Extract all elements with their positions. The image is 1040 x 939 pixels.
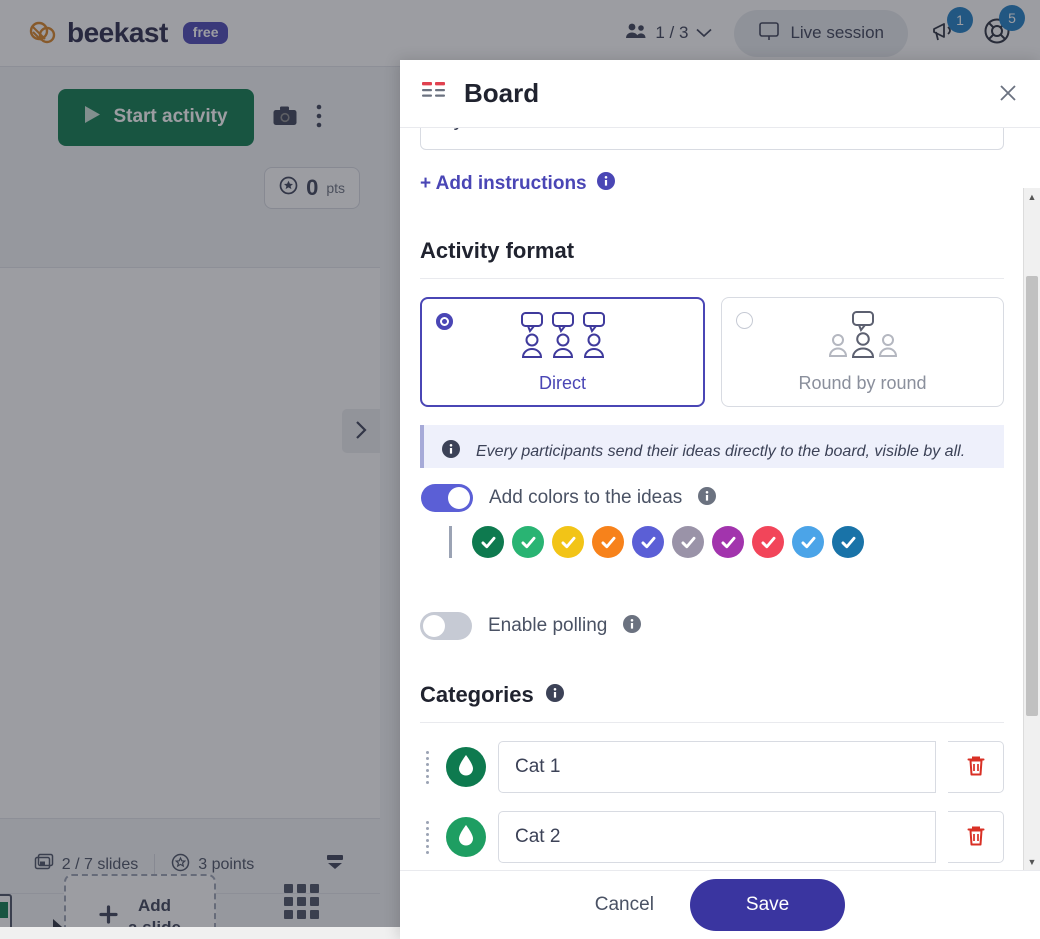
category-row <box>420 741 1004 793</box>
scroll-up-arrow[interactable]: ▲ <box>1024 188 1040 205</box>
people-round-icon <box>826 310 900 365</box>
horizontal-scrollbar[interactable] <box>0 927 400 939</box>
board-list-icon <box>422 81 448 106</box>
enable-polling-toggle[interactable] <box>420 612 472 640</box>
delete-category-button[interactable] <box>948 811 1004 863</box>
polling-toggle-row: Enable polling <box>420 612 1004 640</box>
color-swatch-list <box>449 526 998 558</box>
format-option-round-by-round[interactable]: Round by round <box>721 297 1004 407</box>
modal-vertical-scrollbar[interactable]: ▲ ▼ <box>1023 188 1040 870</box>
colors-toggle-row-highlight: Add colors to the ideas <box>421 484 998 512</box>
color-swatch-gray-purple[interactable] <box>672 526 704 558</box>
color-swatch-purple[interactable] <box>712 526 744 558</box>
category-input-wrapper[interactable] <box>498 811 936 863</box>
activity-format-heading: Activity format <box>420 238 575 263</box>
add-colors-toggle[interactable] <box>421 484 473 512</box>
close-button[interactable] <box>998 81 1018 107</box>
format-option-direct[interactable]: Direct <box>420 297 705 407</box>
color-swatch-indigo[interactable] <box>632 526 664 558</box>
modal-header: Board <box>400 60 1040 128</box>
category-name-input[interactable] <box>515 826 919 848</box>
delete-category-button[interactable] <box>948 741 1004 793</box>
info-icon[interactable] <box>623 614 642 638</box>
highlighted-colors-section: Add colors to the ideas <box>407 468 1012 580</box>
water-drop-icon <box>456 753 476 782</box>
drag-handle-icon[interactable] <box>420 820 434 854</box>
color-swatch-dark-blue[interactable] <box>832 526 864 558</box>
divider <box>420 722 1004 723</box>
category-color-picker[interactable] <box>446 747 486 787</box>
format-label-direct: Direct <box>538 373 586 393</box>
category-input-wrapper[interactable] <box>498 741 936 793</box>
add-colors-label: Add colors to the ideas <box>489 487 683 508</box>
three-people-speech-icon <box>515 310 611 365</box>
activity-format-options: Direct Round by round <box>420 297 1004 407</box>
color-swatch-green[interactable] <box>512 526 544 558</box>
category-name-input[interactable] <box>515 756 919 778</box>
modal-title: Board <box>464 78 540 108</box>
info-icon <box>442 440 460 463</box>
water-drop-icon <box>456 823 476 852</box>
info-icon[interactable] <box>698 486 717 510</box>
save-button[interactable]: Save <box>689 879 846 931</box>
radio-round-by-round[interactable] <box>736 312 753 329</box>
cancel-button[interactable]: Cancel <box>595 894 654 916</box>
char-counter: 8/300 <box>947 128 987 129</box>
color-swatch-orange[interactable] <box>592 526 624 558</box>
drag-handle-icon[interactable] <box>420 750 434 784</box>
trash-icon <box>966 825 986 850</box>
format-label-round-by-round: Round by round <box>798 373 927 393</box>
color-swatch-yellow[interactable] <box>552 526 584 558</box>
category-row <box>420 811 1004 863</box>
category-list <box>420 741 1004 863</box>
close-icon <box>998 79 1018 109</box>
color-swatch-red[interactable] <box>752 526 784 558</box>
board-title-field[interactable]: 8/300 <box>420 128 1004 150</box>
add-instructions-label: + Add instructions <box>420 173 587 194</box>
info-icon[interactable] <box>596 172 615 196</box>
category-color-picker[interactable] <box>446 817 486 857</box>
color-swatch-dark-green[interactable] <box>472 526 504 558</box>
categories-heading: Categories <box>420 682 534 707</box>
color-swatch-light-blue[interactable] <box>792 526 824 558</box>
board-title-input[interactable] <box>437 128 947 132</box>
divider <box>420 278 1004 279</box>
info-icon[interactable] <box>545 683 564 707</box>
add-instructions-button[interactable]: + Add instructions <box>420 172 615 196</box>
scroll-thumb[interactable] <box>1026 276 1038 716</box>
scroll-down-arrow[interactable]: ▼ <box>1024 853 1040 870</box>
radio-direct[interactable] <box>436 313 453 330</box>
enable-polling-label: Enable polling <box>488 615 608 636</box>
format-info-text: Every participants send their ideas dire… <box>476 442 966 460</box>
trash-icon <box>966 755 986 780</box>
modal-footer: Cancel Save <box>400 870 1040 939</box>
